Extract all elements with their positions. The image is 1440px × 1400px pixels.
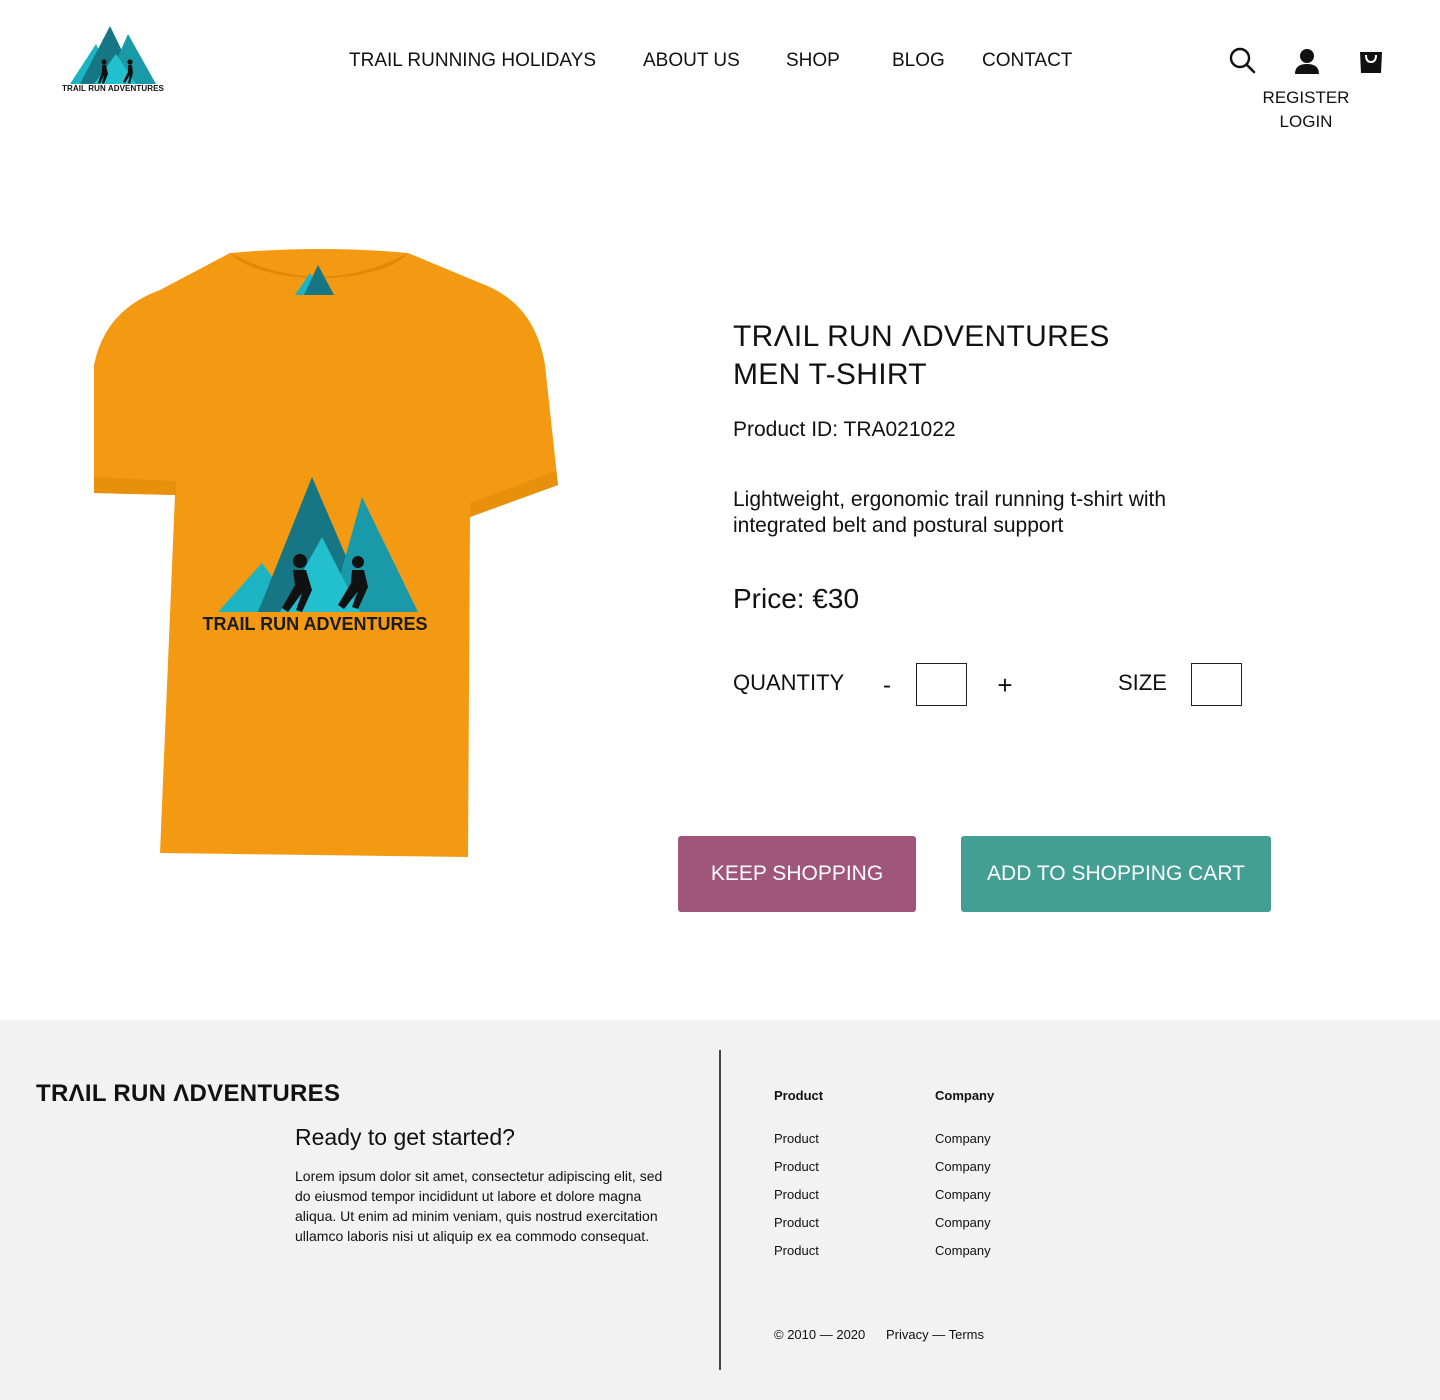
nav-trail-running-holidays[interactable]: TRAIL RUNNING HOLIDAYS (349, 50, 596, 72)
logo-text: TRAIL RUN ADVENTURES (61, 84, 164, 93)
footer-company-link[interactable]: Company (935, 1131, 994, 1159)
footer-company-title: Company (935, 1088, 995, 1103)
brand-logo[interactable]: TRAIL RUN ADVENTURES (58, 22, 168, 98)
footer-product-link[interactable]: Product (774, 1215, 823, 1243)
footer-product-link[interactable]: Product (774, 1131, 823, 1159)
footer-company-link[interactable]: Company (935, 1187, 994, 1215)
quantity-decrease-button[interactable]: - (876, 672, 898, 700)
register-link[interactable]: REGISTER (1246, 88, 1366, 108)
footer-product-link[interactable]: Product (774, 1187, 823, 1215)
footer-privacy-terms-link[interactable]: Privacy — Terms (886, 1327, 984, 1342)
footer-heading: Ready to get started? (295, 1124, 515, 1150)
quantity-input[interactable] (916, 663, 967, 706)
shopping-bag-icon[interactable] (1356, 46, 1386, 76)
quantity-label: QUANTITY (733, 670, 845, 695)
product-description: Lightweight, ergonomic trail running t-s… (733, 488, 1167, 537)
footer-product-title: Product (774, 1088, 824, 1103)
product-image: TRAIL RUN ADVENTURES (90, 245, 560, 860)
footer-product-column: Product Product Product Product Product … (774, 1088, 823, 1271)
user-icon[interactable] (1292, 46, 1322, 76)
product-title: TRΛIL RUN ΛDVENTURES MEN T-SHIRT (733, 318, 1110, 394)
nav-shop[interactable]: SHOP (786, 50, 840, 72)
footer-company-column: Company Company Company Company Company … (935, 1088, 994, 1271)
footer-body-text: Lorem ipsum dolor sit amet, consectetur … (295, 1168, 663, 1244)
nav-about-us[interactable]: ABOUT US (643, 50, 740, 72)
footer-company-link[interactable]: Company (935, 1159, 994, 1187)
quantity-increase-button[interactable]: + (992, 670, 1018, 701)
product-title-line1: TRΛIL RUN ΛDVENTURES (733, 320, 1110, 353)
footer-product-link[interactable]: Product (774, 1243, 823, 1271)
size-input[interactable] (1191, 663, 1242, 706)
shirt-print-text: TRAIL RUN ADVENTURES (202, 614, 427, 634)
product-price: Price: €30 (733, 583, 860, 614)
size-label: SIZE (1118, 670, 1167, 695)
footer: TRΛIL RUN ΛDVENTURES Ready to get starte… (0, 1020, 1440, 1400)
mountain-logo-icon (70, 26, 156, 84)
add-to-cart-button[interactable]: ADD TO SHOPPING CART (961, 836, 1271, 912)
footer-product-link[interactable]: Product (774, 1159, 823, 1187)
product-id: Product ID: TRA021022 (733, 418, 956, 441)
keep-shopping-button[interactable]: KEEP SHOPPING (678, 836, 916, 912)
login-link[interactable]: LOGIN (1246, 112, 1366, 132)
footer-company-link[interactable]: Company (935, 1243, 994, 1271)
footer-brand: TRΛIL RUN ΛDVENTURES (36, 1080, 341, 1107)
nav-blog[interactable]: BLOG (892, 50, 945, 72)
nav-contact[interactable]: CONTACT (982, 50, 1072, 72)
footer-copyright: © 2010 — 2020 (774, 1327, 866, 1342)
product-title-line2: MEN T-SHIRT (733, 358, 927, 391)
footer-company-link[interactable]: Company (935, 1215, 994, 1243)
footer-divider (719, 1050, 721, 1370)
search-icon[interactable] (1228, 46, 1258, 76)
